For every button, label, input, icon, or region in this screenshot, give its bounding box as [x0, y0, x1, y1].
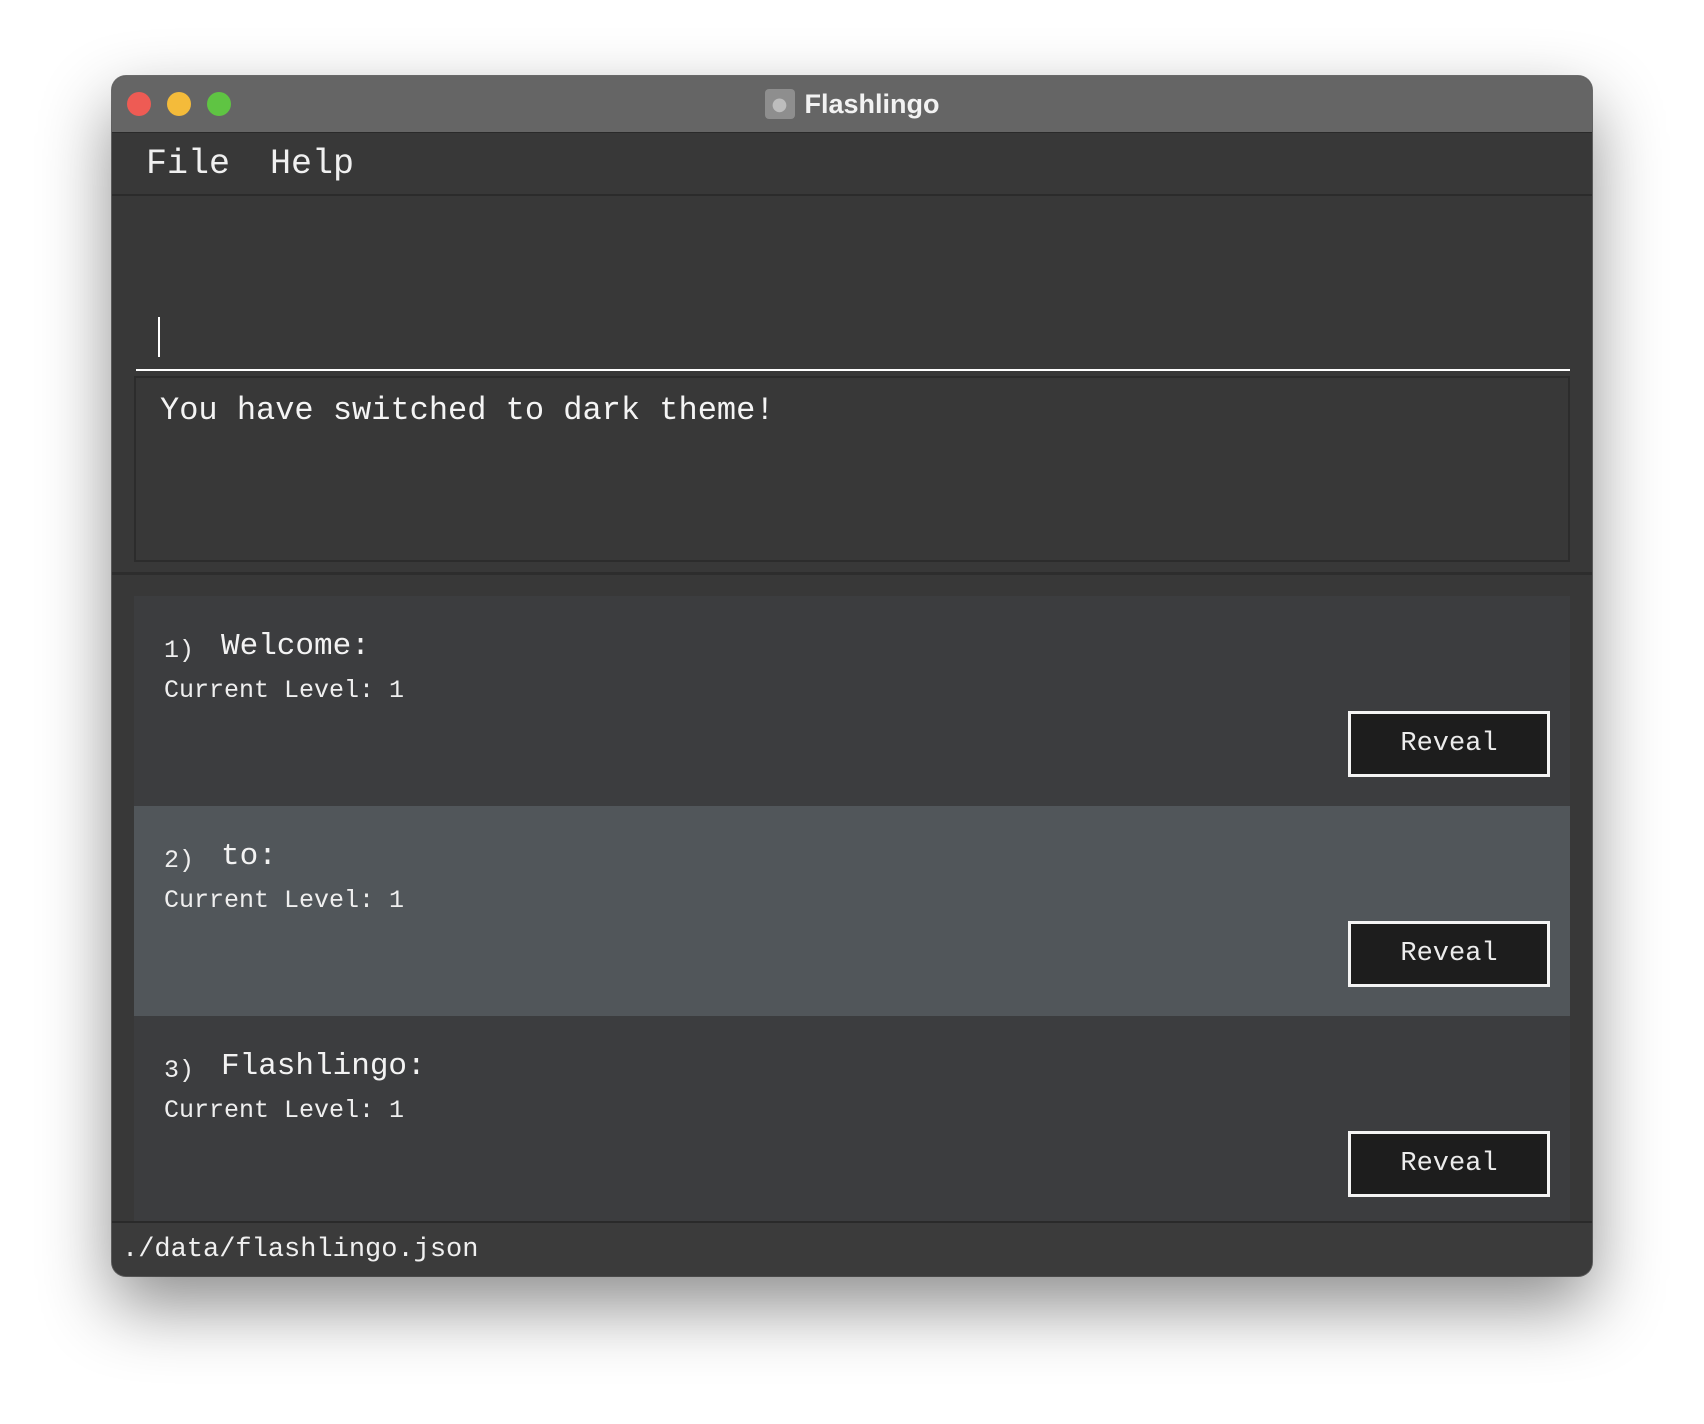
- card-word: to:: [221, 839, 277, 874]
- status-bar: ./data/flashlingo.json: [112, 1221, 1592, 1276]
- app-icon: ●: [764, 89, 795, 119]
- title-bar[interactable]: ● Flashlingo: [112, 76, 1592, 133]
- title-group: ● Flashlingo: [112, 76, 1592, 132]
- result-message: You have switched to dark theme!: [160, 392, 775, 429]
- window-title: Flashlingo: [804, 88, 940, 119]
- card-word: Flashlingo:: [221, 1049, 426, 1084]
- menu-bar: File Help: [112, 133, 1592, 196]
- card-index: 1): [164, 636, 195, 665]
- card-index: 3): [164, 1056, 195, 1085]
- flashcard-selected[interactable]: 2) to: Current Level: 1 Reveal: [134, 806, 1570, 1016]
- flashcard[interactable]: 1) Welcome: Current Level: 1 Reveal: [134, 596, 1570, 806]
- data-file-path: ./data/flashlingo.json: [122, 1234, 479, 1265]
- reveal-button[interactable]: Reveal: [1348, 921, 1550, 987]
- card-level: Current Level: 1: [164, 886, 405, 915]
- flashcard[interactable]: 3) Flashlingo: Current Level: 1 Reveal: [134, 1016, 1570, 1226]
- command-box: [136, 209, 1570, 371]
- reveal-button[interactable]: Reveal: [1348, 711, 1550, 777]
- text-caret: [158, 317, 160, 357]
- card-level: Current Level: 1: [164, 1096, 405, 1125]
- reveal-button[interactable]: Reveal: [1348, 1131, 1550, 1197]
- card-level: Current Level: 1: [164, 676, 405, 705]
- card-index: 2): [164, 846, 195, 875]
- app-window: ● Flashlingo File Help You have switched…: [112, 76, 1592, 1276]
- flashcard-list[interactable]: 1) Welcome: Current Level: 1 Reveal 2) t…: [134, 596, 1570, 1226]
- card-word: Welcome:: [221, 629, 370, 664]
- menu-file[interactable]: File: [146, 144, 230, 184]
- command-input[interactable]: [136, 209, 1570, 371]
- result-display: You have switched to dark theme!: [134, 376, 1570, 562]
- panel-divider: [112, 572, 1592, 575]
- menu-help[interactable]: Help: [270, 144, 354, 184]
